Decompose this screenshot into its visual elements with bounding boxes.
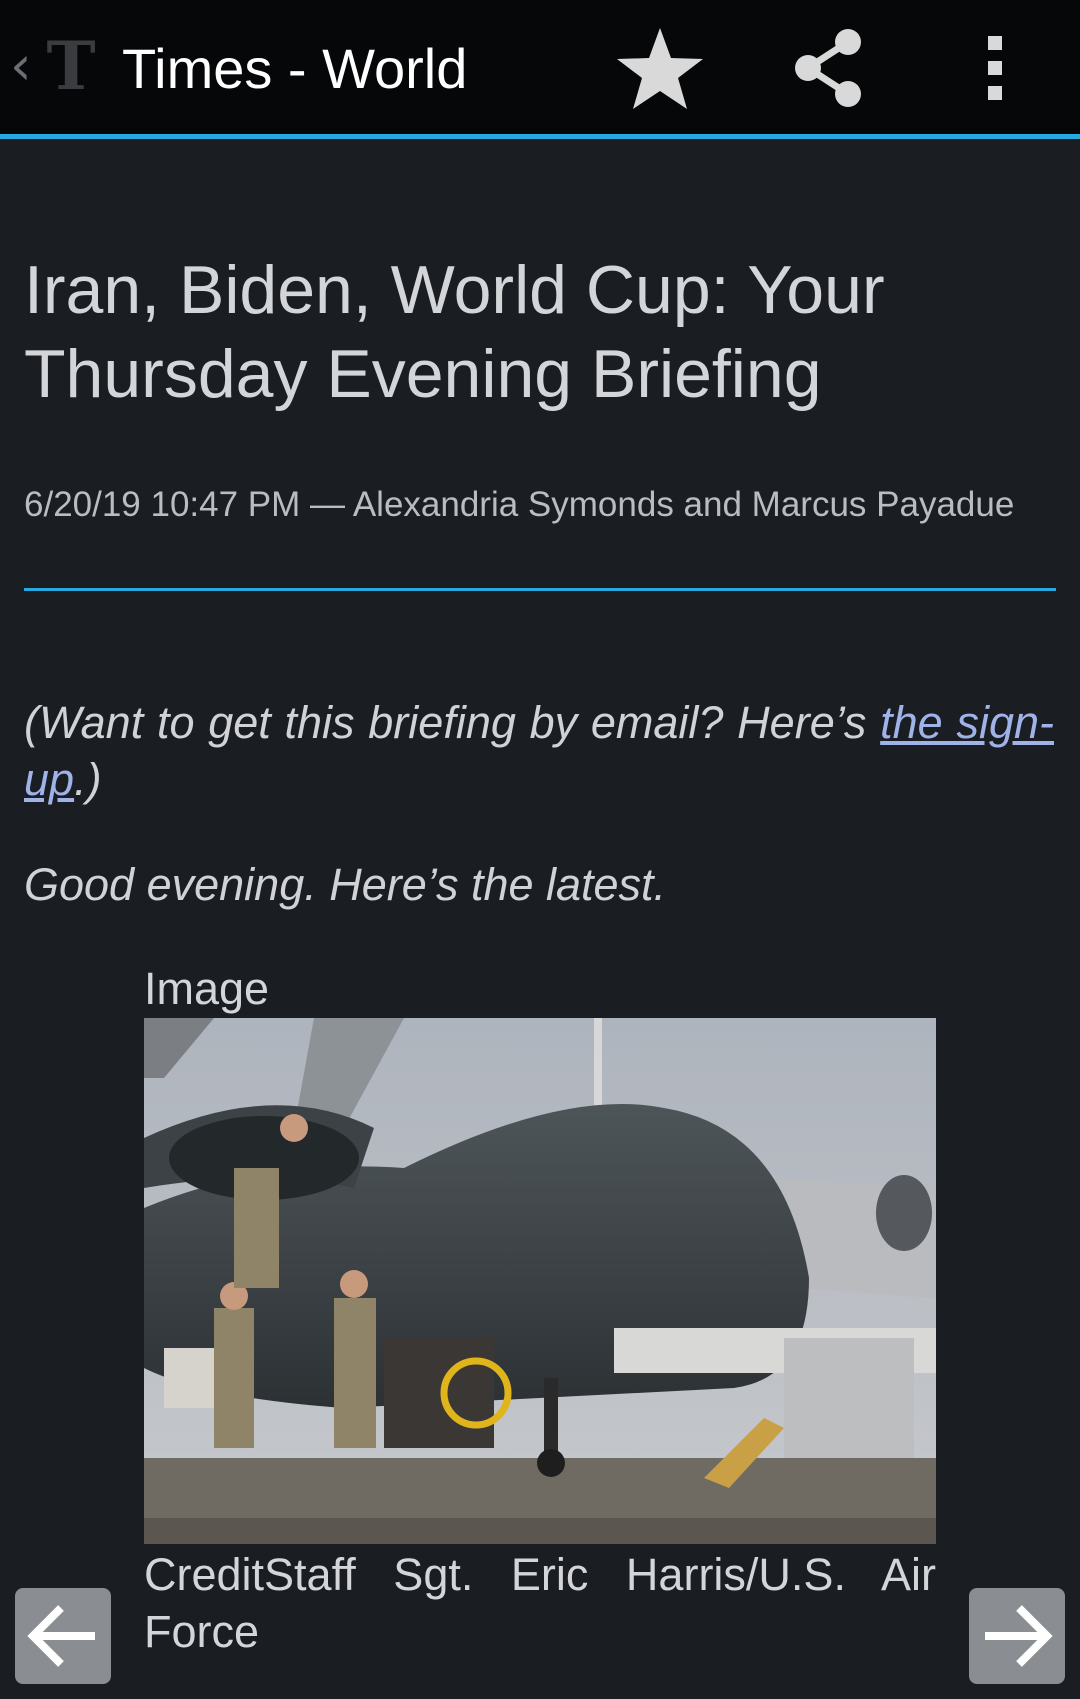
previous-article-button[interactable] [15, 1588, 111, 1684]
image-label: Image [144, 963, 270, 1014]
article-screen: ‹ T Times - World Iran, Biden, World Cup… [0, 0, 1080, 1699]
share-button[interactable] [778, 22, 878, 114]
article-photo [144, 1018, 936, 1544]
app-title: Times - World [122, 37, 468, 100]
action-bar-accent-line [0, 134, 1080, 139]
up-navigation[interactable]: ‹ T [0, 0, 110, 134]
article-headline: Iran, Biden, World Cup: Your Thursday Ev… [24, 252, 885, 412]
drone-photo-illustration [144, 1018, 936, 1544]
back-chevron-icon: ‹ [10, 34, 32, 97]
arrow-left-icon [27, 1605, 95, 1667]
share-icon [795, 29, 861, 107]
greeting-paragraph: Good evening. Here’s the latest. [24, 859, 667, 910]
star-icon [617, 28, 703, 109]
intro-paragraph: (Want to get this briefing by email? Her… [24, 694, 1054, 808]
overflow-menu-button[interactable] [948, 22, 1044, 114]
article-byline: 6/20/19 10:47 PM — Alexandria Symonds an… [24, 485, 1015, 524]
favorite-button[interactable] [610, 22, 710, 114]
image-caption: CreditStaff Sgt. Eric Harris/U.S. Air Fo… [144, 1549, 936, 1657]
next-article-button[interactable] [969, 1588, 1065, 1684]
intro-text: (Want to get this briefing by email? Her… [24, 697, 881, 748]
nyt-logo-icon: T [46, 27, 96, 105]
arrow-right-icon [985, 1605, 1053, 1667]
overflow-menu-icon [988, 36, 1002, 100]
action-bar: ‹ T Times - World [0, 0, 1080, 134]
intro-suffix: .) [74, 754, 102, 805]
byline-divider [24, 588, 1056, 591]
